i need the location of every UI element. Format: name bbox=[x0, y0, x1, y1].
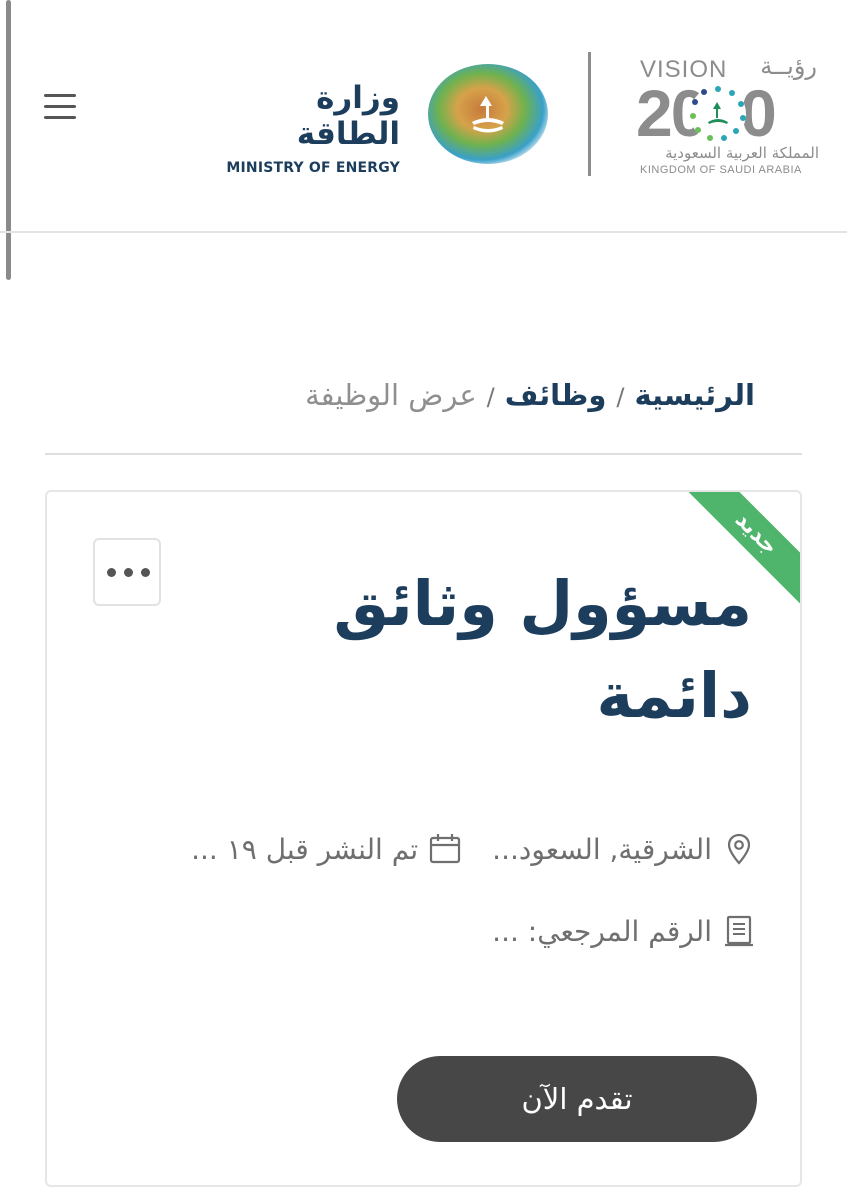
job-reference-number: الرقم المرجعي: ... bbox=[492, 914, 712, 948]
menu-bar-middle bbox=[44, 105, 76, 108]
ministry-name-arabic: وزارة الطاقة bbox=[296, 80, 400, 152]
job-meta-row: الرقم المرجعي: ... bbox=[492, 914, 756, 948]
document-icon bbox=[725, 915, 753, 947]
vision-kingdom-arabic: المملكة العربية السعودية bbox=[665, 144, 819, 162]
vision-kingdom-english: KINGDOM OF SAUDI ARABIA bbox=[640, 164, 802, 176]
site-header: وزارة الطاقة MINISTRY OF ENERGY VISION ر… bbox=[0, 0, 847, 233]
ministry-logo-text[interactable]: وزارة الطاقة MINISTRY OF ENERGY bbox=[210, 80, 400, 176]
job-meta-row: الشرقية, السعود... تم النشر قبل ١٩ ... bbox=[191, 832, 756, 866]
breadcrumb-current: عرض الوظيفة bbox=[305, 378, 477, 412]
ministry-emblem-icon[interactable] bbox=[424, 60, 552, 168]
hamburger-menu-icon[interactable] bbox=[44, 94, 84, 130]
ministry-name-english: MINISTRY OF ENERGY bbox=[226, 160, 400, 176]
new-badge-label: جديد bbox=[729, 507, 783, 560]
breadcrumb-jobs[interactable]: وظائف bbox=[505, 378, 607, 412]
breadcrumb-divider bbox=[45, 453, 802, 455]
breadcrumb-home[interactable]: الرئيسية bbox=[634, 378, 755, 412]
calendar-icon bbox=[430, 834, 461, 864]
vision-ring-icon bbox=[690, 86, 746, 142]
apply-now-button[interactable]: تقدم الآن bbox=[397, 1056, 757, 1142]
job-location: الشرقية, السعود... bbox=[492, 832, 712, 866]
more-options-icon bbox=[107, 568, 150, 577]
job-card: جديد مسؤول وثائق دائمة الشرقية, السعود..… bbox=[45, 490, 802, 1187]
more-options-button[interactable] bbox=[93, 538, 161, 606]
breadcrumb-separator: / bbox=[486, 383, 495, 411]
menu-bar-top bbox=[44, 94, 76, 97]
menu-bar-bottom bbox=[44, 116, 76, 119]
header-divider bbox=[588, 52, 591, 176]
breadcrumb-separator: / bbox=[616, 383, 625, 411]
breadcrumb: الرئيسية / وظائف / عرض الوظيفة bbox=[305, 378, 755, 412]
map-pin-icon bbox=[727, 833, 751, 865]
vision-2030-logo[interactable]: VISION رؤيــة 2030 المملكة العربية السعو… bbox=[636, 52, 821, 182]
job-posted-date: تم النشر قبل ١٩ ... bbox=[191, 832, 419, 866]
job-title: مسؤول وثائق دائمة bbox=[333, 567, 752, 732]
